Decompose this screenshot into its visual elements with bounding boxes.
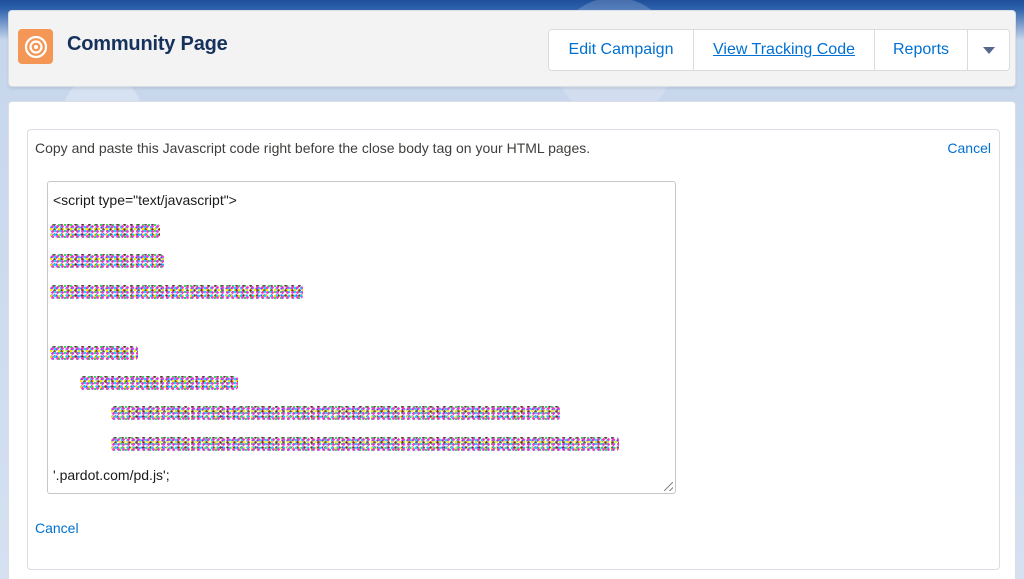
redacted-code: [50, 285, 303, 299]
chevron-down-icon: [982, 46, 995, 54]
code-line-first: <script type="text/javascript">: [53, 192, 237, 208]
redacted-code: [80, 376, 238, 390]
tracking-code-textarea[interactable]: <script type="text/javascript"> '.pardot…: [47, 181, 676, 494]
cancel-link-bottom[interactable]: Cancel: [35, 520, 79, 536]
header-actions: Edit Campaign View Tracking Code Reports: [548, 29, 1010, 71]
cancel-link-top[interactable]: Cancel: [947, 140, 991, 156]
campaign-target-icon: [18, 29, 53, 64]
reports-button[interactable]: Reports: [875, 30, 968, 70]
page-title: Community Page: [67, 33, 228, 55]
redacted-code: [111, 406, 560, 420]
view-tracking-code-button[interactable]: View Tracking Code: [694, 30, 875, 70]
instructions-text: Copy and paste this Javascript code righ…: [35, 140, 591, 156]
record-header: Community Page Edit Campaign View Tracki…: [8, 10, 1016, 87]
edit-campaign-button[interactable]: Edit Campaign: [549, 30, 694, 70]
main-card: Copy and paste this Javascript code righ…: [8, 101, 1016, 579]
tracking-code-panel: Copy and paste this Javascript code righ…: [27, 129, 1000, 570]
resize-handle[interactable]: [664, 482, 673, 491]
code-line-last: '.pardot.com/pd.js';: [53, 467, 170, 483]
redacted-code: [111, 437, 619, 451]
redacted-code: [50, 254, 164, 268]
redacted-code: [50, 224, 160, 238]
redacted-code: [50, 346, 138, 360]
more-actions-button[interactable]: [968, 30, 1009, 70]
